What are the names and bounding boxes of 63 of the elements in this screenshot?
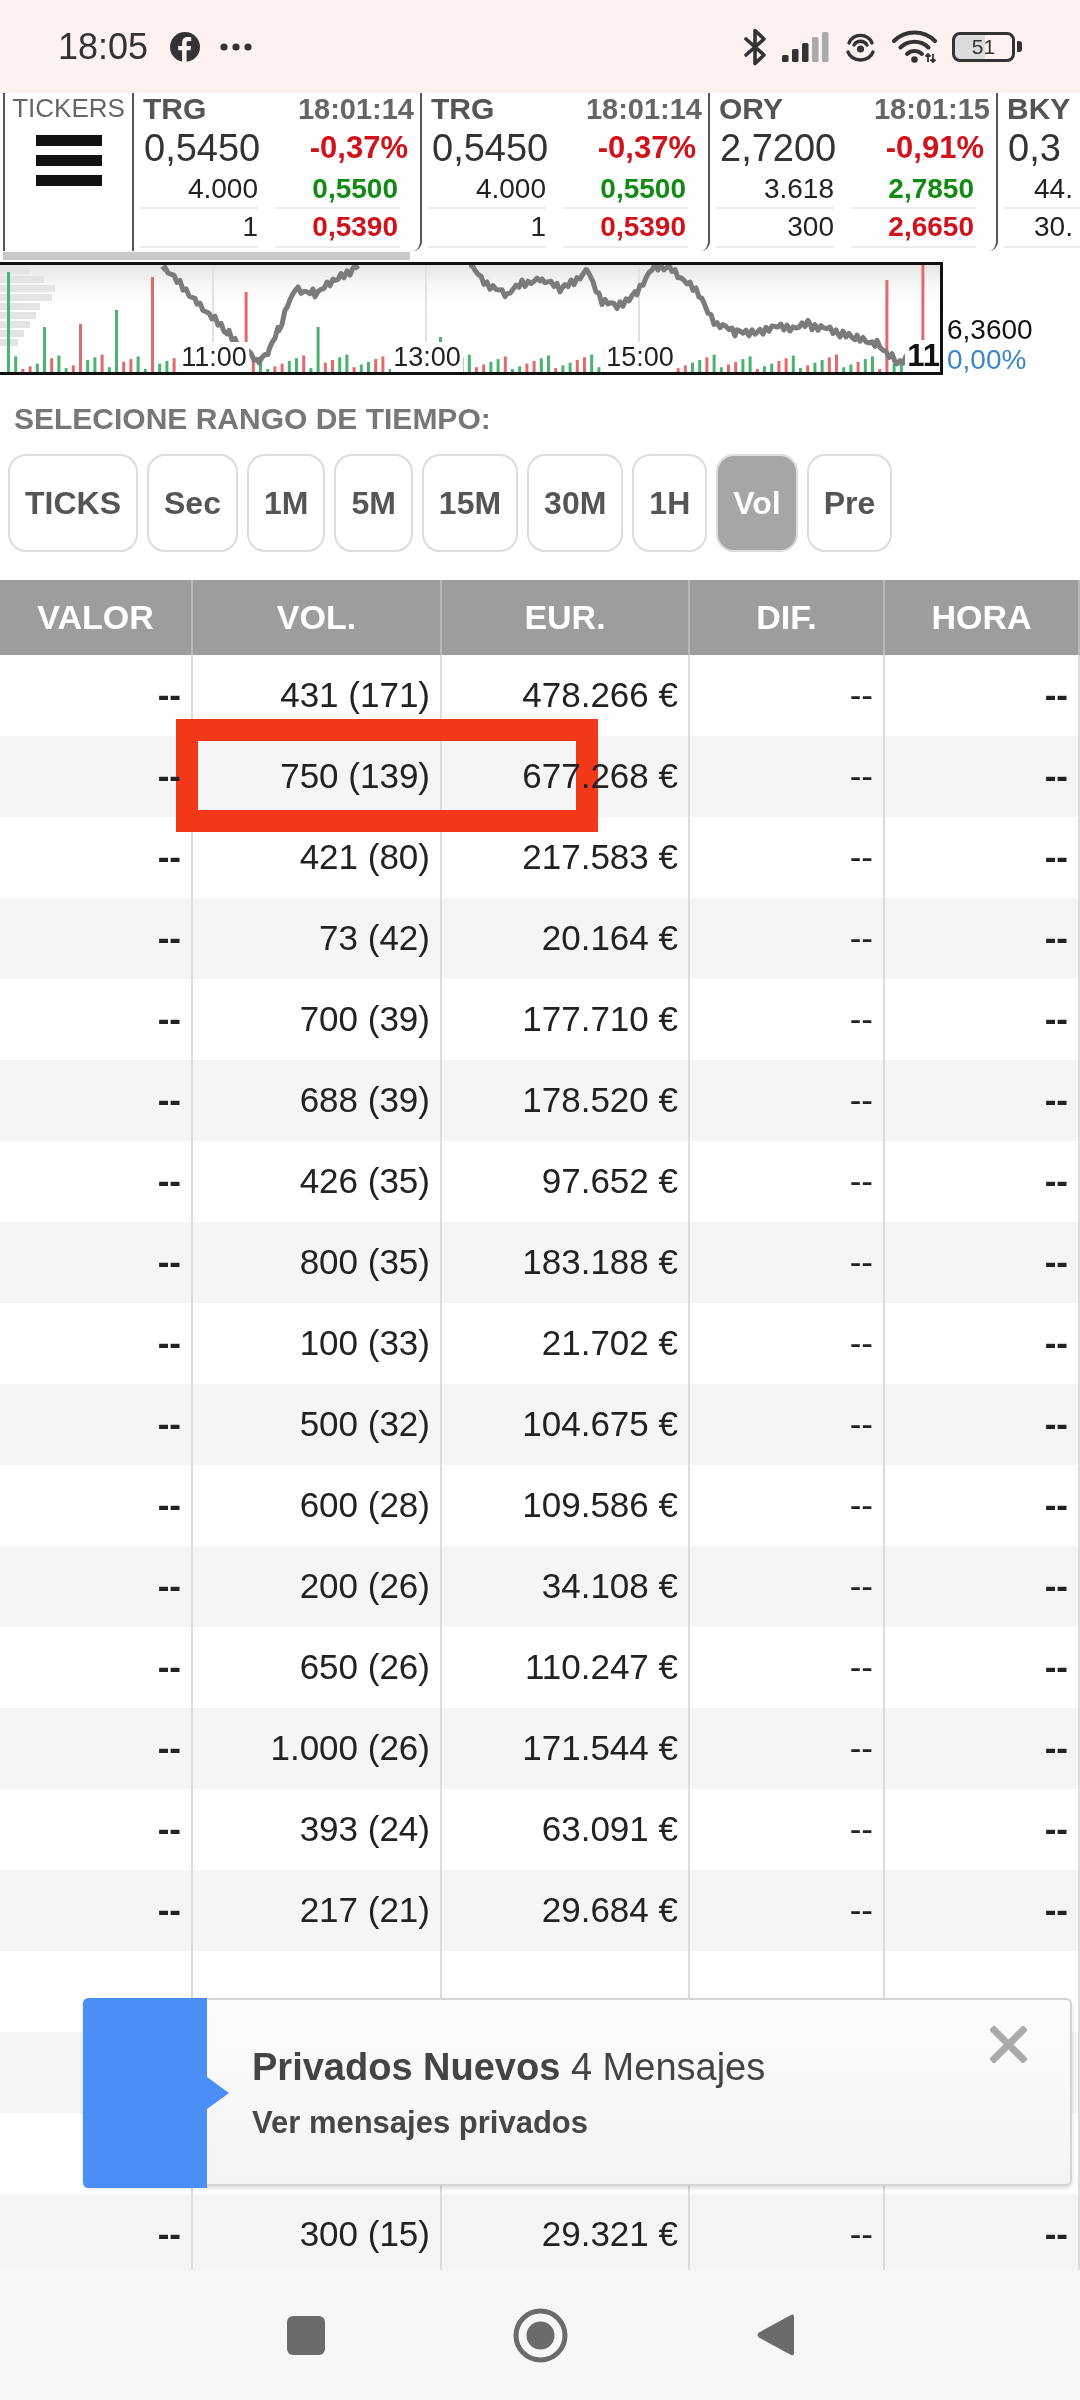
order-volume: 300: [716, 209, 834, 248]
ticker-time: 18:01:14: [584, 93, 702, 125]
home-icon[interactable]: [512, 2307, 568, 2363]
signal-icon: [782, 31, 829, 62]
last-price: 6,3600: [947, 315, 1033, 345]
order-volume: 44.: [1004, 171, 1080, 209]
order-volume: 3.618: [716, 171, 834, 209]
bluetooth-icon: [743, 27, 768, 66]
ticker-price: 2,7200: [719, 126, 834, 171]
range-button[interactable]: Sec: [147, 454, 238, 552]
ticker-symbol: ORY: [718, 93, 784, 125]
range-button[interactable]: 1M: [246, 454, 326, 552]
ticker-price: 0,5450: [143, 126, 258, 171]
order-price: 2,7850: [851, 171, 976, 209]
time-axis-label: 11:00: [179, 342, 249, 372]
order-price: 0,5500: [563, 171, 688, 209]
range-button[interactable]: TICKS: [8, 454, 138, 552]
ticker-time: 18:01:15: [872, 93, 990, 125]
time-axis-label: 13:00: [391, 342, 463, 372]
tickers-label: TICKERS: [12, 93, 125, 123]
notification-title: Privados Nuevos 4 Mensajes: [252, 2044, 766, 2089]
ticker-price: 0,3: [1007, 126, 1062, 171]
order-price: 2,6650: [851, 209, 976, 248]
time-range-label: SELECIONE RANGO DE TIEMPO:: [14, 402, 492, 436]
order-volume: 4.000: [428, 171, 546, 209]
order-price: 0,5390: [275, 209, 400, 248]
ticker-symbol: BKY: [1006, 93, 1072, 125]
notification-card[interactable]: Privados Nuevos 4 Mensajes Ver mensajes privados: [83, 1997, 1072, 2186]
time-axis-label: 15:00: [604, 342, 676, 372]
order-volume: 1: [428, 209, 546, 248]
range-button[interactable]: 1H: [632, 454, 708, 552]
range-button[interactable]: 15M: [421, 454, 519, 552]
ticker-change: -0,37%: [308, 129, 409, 167]
ticker-card[interactable]: BKY 0,3 44. 30.: [998, 93, 1080, 251]
recents-icon[interactable]: [286, 2315, 325, 2355]
order-volume: 1: [140, 209, 258, 248]
ticker-change: -0,91%: [884, 129, 985, 167]
range-button[interactable]: 30M: [527, 454, 624, 552]
ticker-symbol: TRG: [142, 93, 208, 125]
more-icon: [220, 42, 253, 51]
ticker-time: 18:01:14: [296, 93, 414, 125]
ticker-card[interactable]: ORY 18:01:15 2,7200 -0,91% 3.618 2,7850 300 2,6650: [710, 93, 998, 251]
wifi-icon: [892, 30, 937, 63]
time-axis-label: 11: [905, 340, 940, 372]
ticker-symbol: TRG: [430, 93, 496, 125]
menu-icon[interactable]: [35, 135, 102, 186]
order-volume: 30.: [1004, 209, 1080, 248]
back-icon[interactable]: [755, 2312, 794, 2358]
order-volume: 4.000: [140, 171, 258, 209]
ticker-change: -0,37%: [596, 129, 697, 167]
table-cell: 431 (171): [193, 654, 442, 736]
notification-link[interactable]: Ver mensajes privados: [252, 2102, 589, 2143]
ticker-card[interactable]: TRG 18:01:14 0,5450 -0,37% 4.000 0,5500 1 0,5390: [422, 93, 710, 251]
f-logo-icon: [170, 31, 201, 62]
range-button[interactable]: Pre: [806, 454, 893, 552]
status-time: 18:05: [58, 28, 149, 65]
order-price: 0,5500: [275, 171, 400, 209]
close-icon: [990, 2025, 1027, 2063]
order-price: 0,5390: [563, 209, 688, 248]
ticker-price: 0,5450: [431, 126, 546, 171]
battery-indicator: 51: [952, 31, 1022, 62]
range-button[interactable]: 5M: [334, 454, 413, 552]
price-change: 0,00%: [947, 345, 1028, 375]
